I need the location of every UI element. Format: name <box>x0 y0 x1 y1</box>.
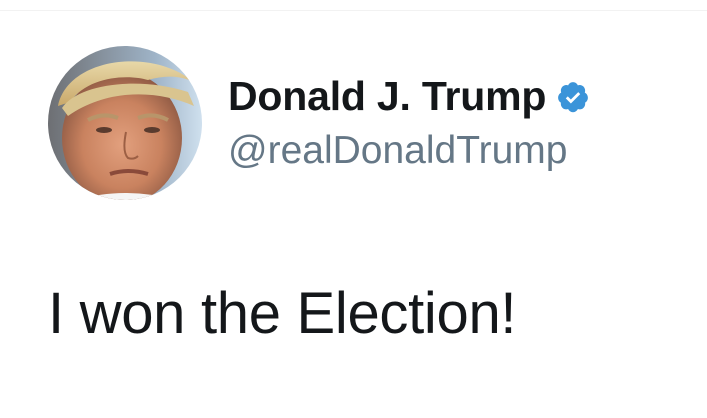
avatar[interactable] <box>48 46 202 200</box>
author-name-row: Donald J. Trump <box>228 72 590 120</box>
author-handle[interactable]: @realDonaldTrump <box>228 128 567 174</box>
author-display-name[interactable]: Donald J. Trump <box>228 72 546 120</box>
divider <box>0 10 707 11</box>
tweet-text: I won the Election! <box>48 281 517 346</box>
tweet-card: Donald J. Trump @realDonaldTrump I won t… <box>0 0 707 418</box>
profile-photo-icon <box>48 46 202 200</box>
verified-badge-icon <box>556 80 590 114</box>
